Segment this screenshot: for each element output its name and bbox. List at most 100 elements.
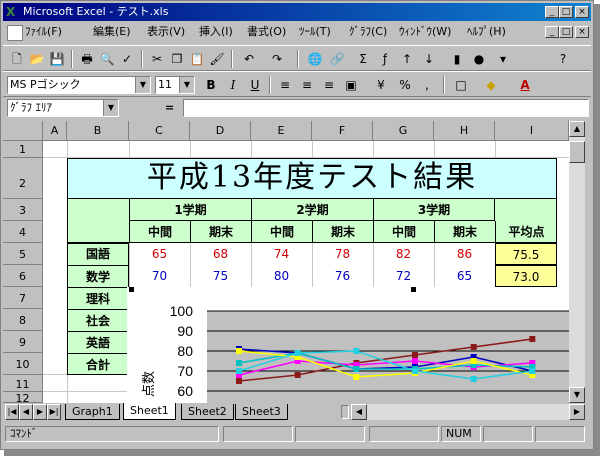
- subhead-cell[interactable]: 期末: [190, 221, 251, 243]
- prev-sheet-button[interactable]: ◀: [19, 404, 33, 420]
- row-header-11[interactable]: 11: [3, 375, 43, 392]
- print-preview-icon[interactable]: 🔍: [97, 50, 117, 68]
- score-cell[interactable]: 76: [312, 265, 373, 287]
- cut-icon[interactable]: ✂: [147, 50, 167, 68]
- comma-icon[interactable]: ,: [417, 76, 437, 94]
- horizontal-scrollbar[interactable]: ◀ ▶: [351, 404, 585, 420]
- score-cell[interactable]: 65: [434, 265, 495, 287]
- term-header-2[interactable]: 2学期: [251, 199, 373, 221]
- subhead-cell[interactable]: 中間: [373, 221, 434, 243]
- row-header-9[interactable]: 9: [3, 331, 43, 353]
- score-cell[interactable]: 86: [434, 243, 495, 265]
- web-toolbar-icon[interactable]: 🔗: [327, 50, 347, 68]
- document-icon[interactable]: [7, 25, 23, 41]
- name-box[interactable]: ｸﾞﾗﾌ ｴﾘｱ ▼: [7, 99, 119, 117]
- chevron-down-icon[interactable]: ▼: [103, 100, 118, 116]
- spelling-icon[interactable]: ✓: [117, 50, 137, 68]
- row-header-1[interactable]: 1: [3, 141, 43, 158]
- menu-edit[interactable]: 編集(E): [93, 25, 131, 39]
- row-header-7[interactable]: 7: [3, 287, 43, 309]
- menu-help[interactable]: ﾍﾙﾌﾟ(H): [467, 25, 506, 39]
- print-icon[interactable]: 🖶: [77, 50, 97, 68]
- score-cell[interactable]: 70: [129, 265, 190, 287]
- tab-sheet2[interactable]: Sheet2: [181, 404, 234, 420]
- column-header-e[interactable]: E: [251, 121, 312, 141]
- tab-sheet1[interactable]: Sheet1: [123, 403, 176, 420]
- next-sheet-button[interactable]: ▶: [33, 404, 47, 420]
- scroll-down-button[interactable]: ▼: [569, 387, 585, 403]
- close-button[interactable]: ×: [575, 6, 589, 18]
- row-header-2[interactable]: 2: [3, 158, 43, 199]
- column-header-b[interactable]: B: [67, 121, 129, 141]
- score-cell[interactable]: 68: [190, 243, 251, 265]
- italic-icon[interactable]: I: [223, 76, 243, 94]
- paste-icon[interactable]: 📋: [187, 50, 207, 68]
- format-painter-icon[interactable]: 🖌: [207, 50, 227, 68]
- column-header-c[interactable]: C: [129, 121, 190, 141]
- vertical-scrollbar[interactable]: ▲ ▼: [569, 121, 585, 403]
- average-header[interactable]: 平均点: [495, 221, 557, 243]
- borders-icon[interactable]: □: [451, 76, 471, 94]
- subhead-cell[interactable]: 中間: [251, 221, 312, 243]
- menu-file[interactable]: ﾌｧｲﾙ(F): [25, 25, 62, 39]
- doc-minimize-button[interactable]: _: [545, 26, 559, 38]
- subject-cell[interactable]: 理科: [67, 287, 129, 309]
- sort-asc-icon[interactable]: ↑: [397, 50, 417, 68]
- tab-graph1[interactable]: Graph1: [65, 404, 120, 420]
- align-center-icon[interactable]: ≡: [297, 76, 317, 94]
- align-left-icon[interactable]: ≡: [275, 76, 295, 94]
- score-cell[interactable]: 74: [251, 243, 312, 265]
- font-name-select[interactable]: MS Pゴシック ▼: [7, 76, 151, 94]
- tab-sheet3[interactable]: Sheet3: [235, 404, 288, 420]
- column-header-f[interactable]: F: [312, 121, 373, 141]
- embedded-line-chart[interactable]: 1009080706050点数: [127, 287, 569, 403]
- row-header-4[interactable]: 4: [3, 221, 43, 243]
- menu-format[interactable]: 書式(O): [247, 25, 286, 39]
- last-sheet-button[interactable]: ▶|: [47, 404, 61, 420]
- merge-center-icon[interactable]: ▣: [341, 76, 361, 94]
- score-cell[interactable]: 80: [251, 265, 312, 287]
- zoom-icon[interactable]: ▾: [493, 50, 513, 68]
- row-header-6[interactable]: 6: [3, 265, 43, 287]
- column-header-i[interactable]: I: [495, 121, 569, 141]
- copy-icon[interactable]: ❐: [167, 50, 187, 68]
- scroll-left-button[interactable]: ◀: [351, 404, 367, 420]
- subject-cell[interactable]: 英語: [67, 331, 129, 353]
- menu-chart[interactable]: ｸﾞﾗﾌ(C): [349, 25, 387, 39]
- row-header-8[interactable]: 8: [3, 309, 43, 331]
- score-cell[interactable]: 82: [373, 243, 434, 265]
- row-header-12[interactable]: 12: [3, 392, 43, 403]
- save-icon[interactable]: 💾: [47, 50, 67, 68]
- row-header-3[interactable]: 3: [3, 199, 43, 221]
- percent-icon[interactable]: %: [395, 76, 415, 94]
- underline-icon[interactable]: U: [245, 76, 265, 94]
- chevron-down-icon[interactable]: ▼: [179, 77, 194, 93]
- doc-restore-button[interactable]: □: [559, 26, 573, 38]
- row-header-10[interactable]: 10: [3, 353, 43, 375]
- drawing-icon[interactable]: ●: [469, 50, 489, 68]
- subject-cell[interactable]: 社会: [67, 309, 129, 331]
- score-cell[interactable]: 75: [190, 265, 251, 287]
- formula-input[interactable]: [183, 99, 589, 117]
- fill-color-icon[interactable]: ◆: [481, 76, 501, 94]
- sort-desc-icon[interactable]: ↓: [419, 50, 439, 68]
- scroll-right-button[interactable]: ▶: [569, 404, 585, 420]
- excel-app-icon[interactable]: X: [6, 5, 20, 19]
- hyperlink-icon[interactable]: 🌐: [305, 50, 325, 68]
- score-cell[interactable]: 78: [312, 243, 373, 265]
- currency-icon[interactable]: ¥: [371, 76, 391, 94]
- subhead-cell[interactable]: 期末: [312, 221, 373, 243]
- scroll-thumb[interactable]: [569, 141, 585, 163]
- office-assistant-icon[interactable]: ?: [553, 50, 573, 68]
- column-header-g[interactable]: G: [373, 121, 434, 141]
- term-header-1[interactable]: 1学期: [129, 199, 251, 221]
- redo-icon[interactable]: ↷: [267, 50, 287, 68]
- open-icon[interactable]: 📂: [27, 50, 47, 68]
- term-header-3[interactable]: 3学期: [373, 199, 495, 221]
- subhead-cell[interactable]: 中間: [129, 221, 190, 243]
- chart-wizard-icon[interactable]: ▮: [447, 50, 467, 68]
- score-cell[interactable]: 72: [373, 265, 434, 287]
- subject-cell[interactable]: 国語: [67, 243, 129, 265]
- menu-insert[interactable]: 挿入(I): [199, 25, 233, 39]
- font-size-select[interactable]: 11 ▼: [155, 76, 195, 94]
